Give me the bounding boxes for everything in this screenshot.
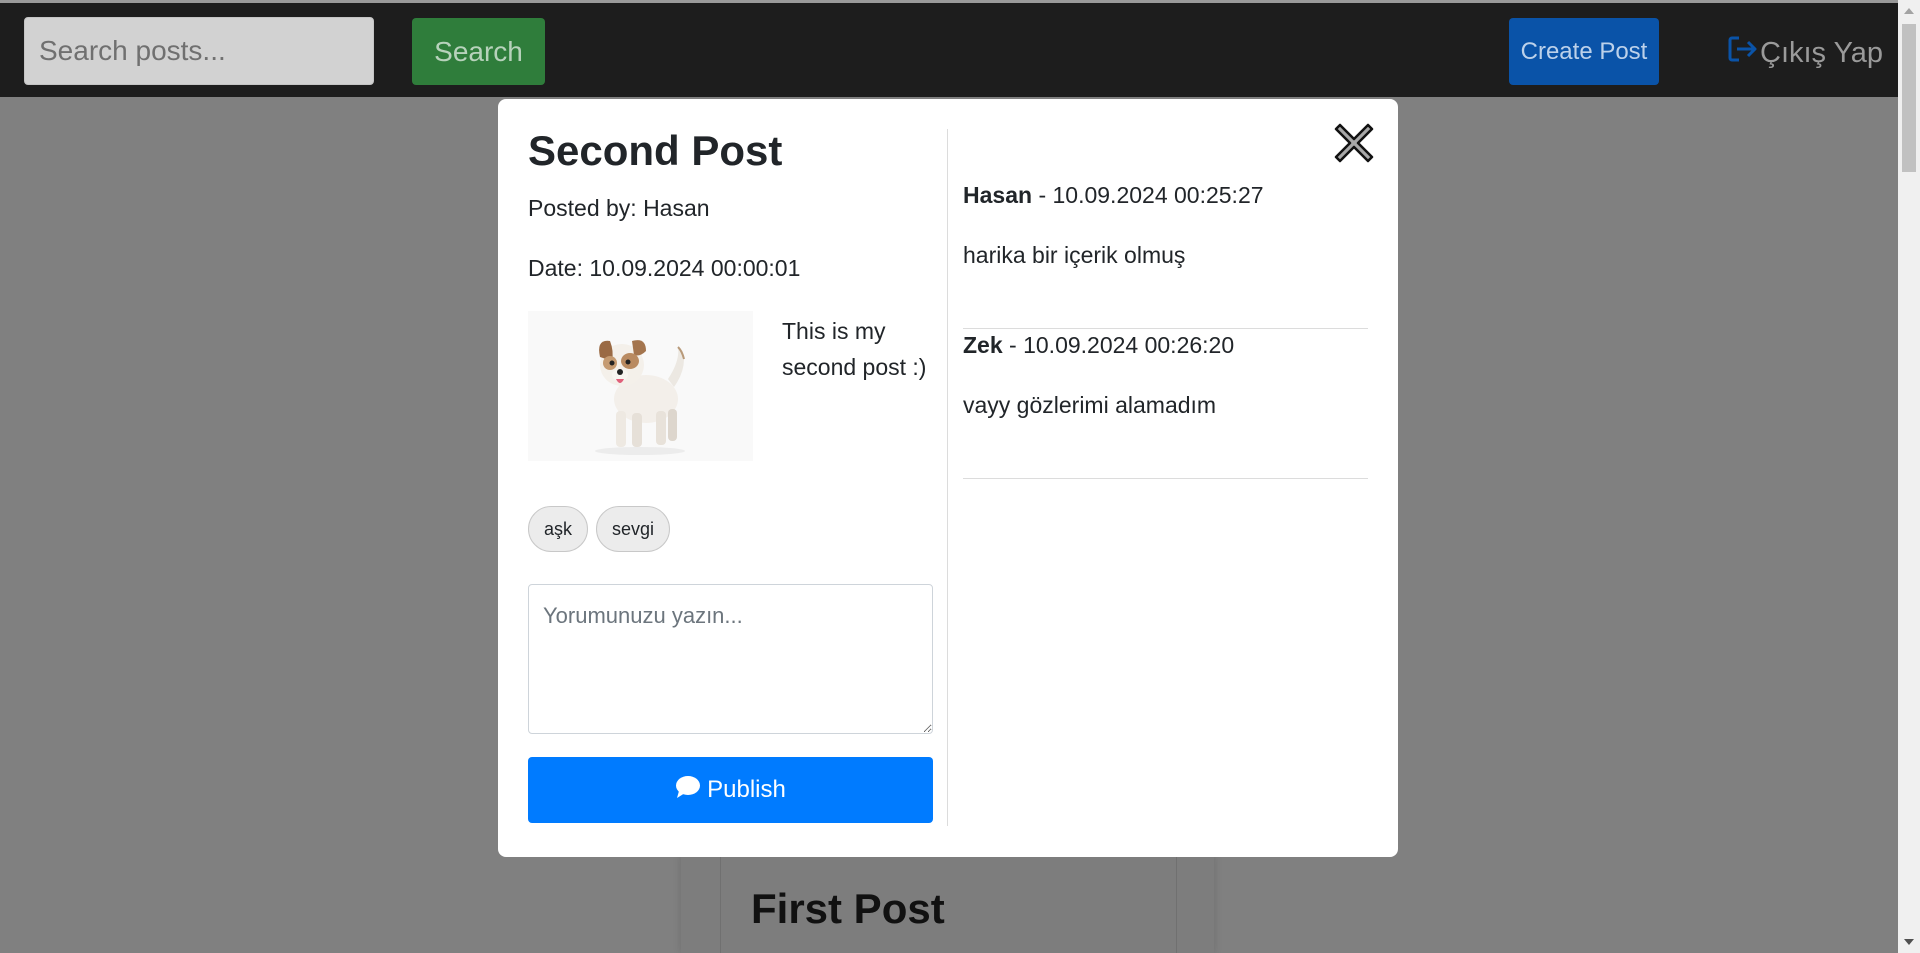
- post-content: This is my second post :): [782, 318, 927, 380]
- post-date: Date: 10.09.2024 00:00:01: [528, 255, 801, 281]
- scroll-up-arrow[interactable]: [1904, 8, 1914, 14]
- comment-input[interactable]: [528, 584, 933, 734]
- comment-item: Hasan - 10.09.2024 00:25:27 harika bir i…: [963, 179, 1368, 329]
- publish-label: Publish: [707, 776, 786, 803]
- post-title: Second Post: [528, 127, 783, 174]
- tag-chip[interactable]: sevgi: [596, 506, 671, 552]
- comment-author: Hasan: [963, 182, 1033, 208]
- tag-chip[interactable]: aşk: [528, 506, 589, 552]
- comment-timestamp: 10.09.2024 00:25:27: [1052, 182, 1264, 208]
- comment-text: vayy gözlerimi alamadım: [963, 392, 1217, 418]
- comment-header: Zek - 10.09.2024 00:26:20: [963, 329, 1368, 361]
- close-icon: [1332, 123, 1376, 168]
- comment-icon: [675, 775, 701, 806]
- comment-list: Hasan - 10.09.2024 00:25:27 harika bir i…: [963, 179, 1368, 479]
- scroll-down-arrow[interactable]: [1904, 939, 1914, 945]
- comment-text: harika bir içerik olmuş: [963, 242, 1186, 268]
- publish-button[interactable]: Publish: [528, 757, 933, 823]
- comment-header: Hasan - 10.09.2024 00:25:27: [963, 179, 1368, 211]
- page-scrollbar[interactable]: [1898, 0, 1920, 953]
- comment-timestamp: 10.09.2024 00:26:20: [1023, 332, 1235, 358]
- comment-separator: -: [1038, 182, 1053, 208]
- logout-label: Çıkış Yap: [1760, 36, 1884, 69]
- logout-icon: [1728, 35, 1760, 71]
- post-author: Posted by: Hasan: [528, 195, 710, 221]
- comment-separator: -: [1009, 332, 1024, 358]
- background-post-card: First Post: [681, 855, 1214, 953]
- create-post-button[interactable]: Create Post: [1509, 18, 1659, 85]
- search-button[interactable]: Search: [412, 18, 545, 85]
- comment-item: Zek - 10.09.2024 00:26:20 vayy gözlerimi…: [963, 329, 1368, 479]
- comment-author: Zek: [963, 332, 1003, 358]
- background-post-title: First Post: [751, 885, 945, 932]
- post-image: [528, 311, 753, 461]
- close-button[interactable]: [1332, 121, 1376, 165]
- modal-divider: [947, 129, 948, 826]
- scroll-thumb[interactable]: [1902, 24, 1916, 172]
- search-input[interactable]: [24, 17, 374, 85]
- post-modal: Second Post Posted by: Hasan Date: 10.09…: [498, 99, 1398, 857]
- logout-link[interactable]: Çıkış Yap: [1728, 33, 1883, 73]
- navbar: Search Create Post Çıkış Yap: [0, 3, 1898, 97]
- tag-list: aşk sevgi: [528, 506, 671, 552]
